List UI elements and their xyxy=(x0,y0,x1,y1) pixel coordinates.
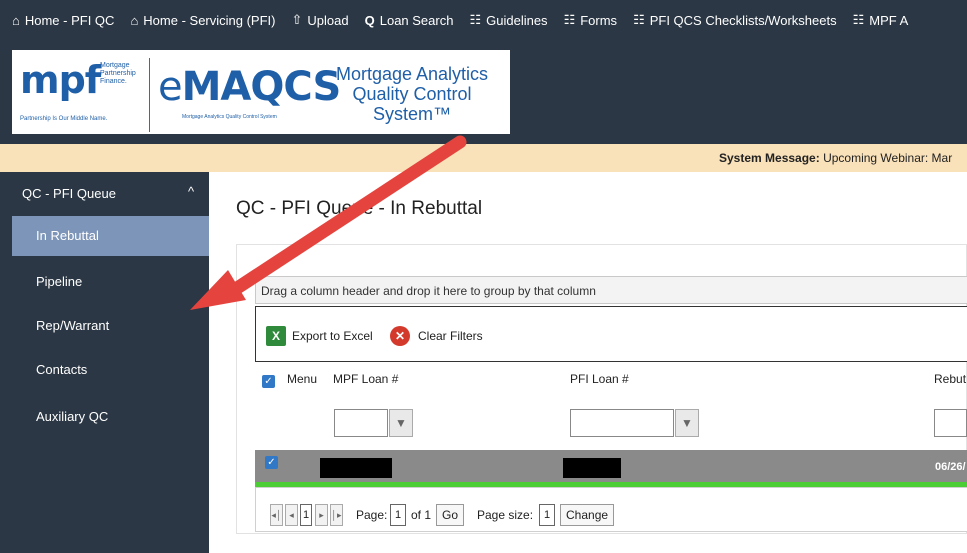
logo-panel: mpf Mortgage Partnership Finance. Partne… xyxy=(12,50,510,134)
change-page-size-button[interactable]: Change xyxy=(560,504,615,526)
sidebar-item-in-rebuttal[interactable]: In Rebuttal xyxy=(12,216,209,256)
document-icon: ☷ xyxy=(469,12,482,27)
nav-checklists[interactable]: ☷ PFI QCS Checklists/Worksheets xyxy=(633,12,837,28)
nav-label: Home - PFI QC xyxy=(24,12,115,28)
last-page-icon[interactable]: │▸ xyxy=(330,504,343,526)
nav-label: Forms xyxy=(580,12,618,28)
emaqcs-logo: eMAQCS xyxy=(158,64,342,110)
home-icon: ⌂ xyxy=(130,12,139,28)
redacted-mpf-loan-number xyxy=(320,458,392,478)
clear-label: Clear Filters xyxy=(418,329,483,343)
sidebar: QC - PFI Queue ^ In Rebuttal Pipeline Re… xyxy=(0,172,209,553)
rebuttal-filter-input[interactable] xyxy=(934,409,967,437)
column-header-menu[interactable]: Menu xyxy=(287,372,317,386)
page-size-label: Page size: xyxy=(477,508,534,522)
system-message: System Message: Upcoming Webinar: Mar xyxy=(719,151,952,165)
nav-upload[interactable]: ⇧ Upload xyxy=(292,12,349,28)
system-message-text: Upcoming Webinar: Mar xyxy=(823,151,953,165)
nav-label: PFI QCS Checklists/Worksheets xyxy=(649,12,837,28)
app-header: mpf Mortgage Partnership Finance. Partne… xyxy=(0,40,967,144)
sidebar-item-auxiliary-qc[interactable]: Auxiliary QC xyxy=(12,397,209,437)
page-label: Page: xyxy=(356,508,388,522)
rebuttal-date: 06/26/ xyxy=(935,461,966,473)
page-of-label: of 1 xyxy=(411,508,432,522)
nav-forms[interactable]: ☷ Forms xyxy=(564,12,618,28)
export-label: Export to Excel xyxy=(292,329,373,343)
filter-icon[interactable]: ▼ xyxy=(675,409,699,437)
sidebar-section-label: QC - PFI Queue xyxy=(22,186,116,201)
mpf-loan-filter-input[interactable] xyxy=(334,409,388,437)
column-header-pfi-loan[interactable]: PFI Loan # xyxy=(570,372,629,386)
system-message-bar: System Message: Upcoming Webinar: Mar xyxy=(0,144,967,172)
nav-home-servicing[interactable]: ⌂ Home - Servicing (PFI) xyxy=(130,13,275,28)
excel-icon: X xyxy=(266,326,286,346)
nav-label: MPF A xyxy=(869,12,909,28)
mpf-fullname: Mortgage Partnership Finance. xyxy=(100,62,136,85)
nav-label: Home - Servicing (PFI) xyxy=(143,12,276,28)
mpf-wordmark: mpf xyxy=(20,58,101,102)
app-title: Mortgage Analytics Quality Control Syste… xyxy=(335,64,489,124)
clear-filters-button[interactable]: ✕ Clear Filters xyxy=(390,323,483,349)
nav-label: Loan Search xyxy=(379,12,454,28)
nav-loan-search[interactable]: Q Loan Search xyxy=(365,13,454,28)
go-button[interactable]: Go xyxy=(436,504,465,526)
grid-toolbar: X Export to Excel ✕ Clear Filters xyxy=(255,306,967,362)
group-by-hint: Drag a column header and drop it here to… xyxy=(261,284,596,298)
top-nav: ⌂ Home - PFI QC ⌂ Home - Servicing (PFI) ⇧… xyxy=(0,0,967,40)
sidebar-section-qc-pfi-queue[interactable]: QC - PFI Queue ^ xyxy=(0,172,209,214)
page-input[interactable]: 1 xyxy=(390,504,406,526)
filter-icon[interactable]: ▼ xyxy=(389,409,413,437)
nav-mpf-a[interactable]: ☷ MPF A xyxy=(853,12,909,28)
upload-icon: ⇧ xyxy=(291,12,303,27)
column-header-rebuttal[interactable]: Rebut xyxy=(934,372,966,386)
document-icon: ☷ xyxy=(563,12,576,27)
page-size-input[interactable]: 1 xyxy=(539,504,555,526)
emaqcs-main: MAQCS xyxy=(181,64,342,110)
sidebar-item-rep-warrant[interactable]: Rep/Warrant xyxy=(12,306,209,346)
nav-label: Guidelines xyxy=(486,12,548,28)
home-icon: ⌂ xyxy=(12,12,20,28)
row-checkbox[interactable]: ✓ xyxy=(265,456,278,469)
chevron-up-icon[interactable]: ^ xyxy=(188,184,194,199)
group-by-panel[interactable]: Drag a column header and drop it here to… xyxy=(255,276,967,304)
document-icon: ☷ xyxy=(633,12,645,27)
document-icon: ☷ xyxy=(852,12,865,27)
select-all-checkbox[interactable]: ✓ xyxy=(262,375,275,388)
next-page-icon[interactable]: ▸ xyxy=(315,504,328,526)
system-message-label: System Message: xyxy=(719,151,820,165)
export-to-excel-button[interactable]: X Export to Excel xyxy=(266,323,373,349)
mpf-logo: mpf Mortgage Partnership Finance. Partne… xyxy=(18,58,150,132)
page-number-button[interactable]: 1 xyxy=(300,504,312,526)
pfi-loan-filter-input[interactable] xyxy=(570,409,674,437)
column-header-mpf-loan[interactable]: MPF Loan # xyxy=(333,372,398,386)
page-title: QC - PFI Queue - In Rebuttal xyxy=(236,198,483,219)
nav-guidelines[interactable]: ☷ Guidelines xyxy=(469,12,547,28)
sidebar-item-pipeline[interactable]: Pipeline xyxy=(12,262,209,302)
emaqcs-e: e xyxy=(158,64,183,110)
search-icon: Q xyxy=(364,12,375,28)
prev-page-icon[interactable]: ◂ xyxy=(285,504,298,526)
sidebar-item-contacts[interactable]: Contacts xyxy=(12,350,209,390)
first-page-icon[interactable]: ◂│ xyxy=(270,504,283,526)
clear-icon: ✕ xyxy=(390,326,410,346)
grid-pager: ◂│ ◂ 1 ▸ │▸ Page: 1 of 1 Go Page size: 1… xyxy=(255,487,967,532)
table-row[interactable]: ✓ 06/26/ xyxy=(255,450,967,482)
nav-label: Upload xyxy=(307,12,349,28)
nav-home-pfi-qc[interactable]: ⌂ Home - PFI QC xyxy=(12,13,114,28)
emaqcs-subtitle: Mortgage Analytics Quality Control Syste… xyxy=(182,114,277,120)
mpf-tagline: Partnership Is Our Middle Name. xyxy=(20,116,108,122)
redacted-pfi-loan-number xyxy=(563,458,621,478)
